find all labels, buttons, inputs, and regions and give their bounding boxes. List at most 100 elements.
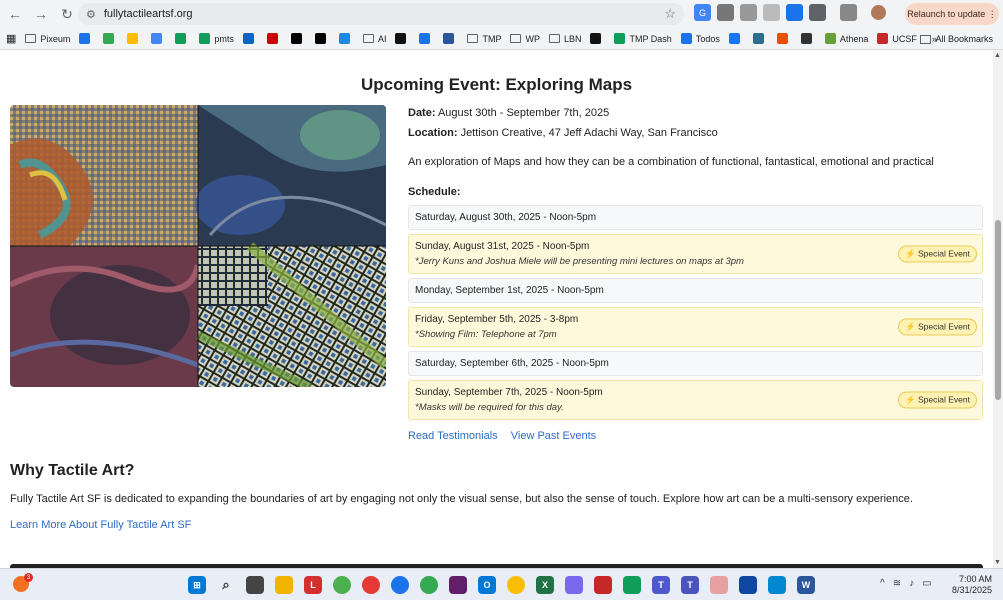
all-bookmarks-button[interactable]: All Bookmarks [920,28,993,50]
special-event-badge: ⚡ Special Event [898,318,977,336]
extension-icon[interactable] [786,4,803,21]
extension-icon[interactable] [740,4,757,21]
bookmark-item[interactable]: UCSF [877,33,917,44]
volume-icon[interactable]: ♪ [909,578,914,589]
learn-more-link[interactable]: Learn More About Fully Tactile Art SF [10,519,191,531]
forward-icon[interactable]: → [30,3,52,25]
page-scrollbar[interactable]: ▲ ▼ [993,50,1003,568]
zoom-icon[interactable] [391,576,409,594]
clock[interactable]: 7:00 AM 8/31/2025 [952,574,992,596]
scrollbar-thumb[interactable] [995,220,1001,400]
drive-icon[interactable] [623,576,641,594]
chrome-profile-icon[interactable] [362,576,380,594]
bookmark-item[interactable] [151,33,166,44]
bookmark-item[interactable] [419,33,434,44]
bookmark-item[interactable]: TMP Dash [614,33,672,44]
word-icon[interactable]: W [797,576,815,594]
bookmark-item[interactable] [776,33,792,44]
bookmark-favicon-icon [290,33,302,44]
excel-icon[interactable]: X [536,576,554,594]
scroll-up-icon[interactable]: ▲ [994,52,1001,59]
chevron-up-icon[interactable]: ^ [880,578,885,589]
bookmark-favicon-icon [800,33,812,44]
bookmark-favicon-icon [242,33,254,44]
bookmark-favicon-icon [266,33,278,44]
bookmark-item[interactable] [242,33,258,44]
bookmark-item[interactable] [314,33,330,44]
bookmark-item[interactable] [800,33,816,44]
slack-icon[interactable] [449,576,467,594]
app-icon[interactable] [565,576,583,594]
relaunch-button[interactable]: Relaunch to update ⋮ [905,3,999,25]
bookmark-item[interactable] [728,33,744,44]
folder-icon [467,34,479,43]
active-app-icon[interactable] [710,576,728,594]
profile-avatar[interactable] [871,5,886,20]
bookmark-item[interactable]: pmts [199,33,234,44]
read-testimonials-link[interactable]: Read Testimonials [408,430,498,442]
search-icon[interactable]: ⌕ [217,576,235,594]
bookmark-favicon-icon [614,33,626,44]
address-bar[interactable]: ⚙ fullytactileartsf.org ☆ [78,3,684,25]
bookmark-item[interactable] [338,33,354,44]
wifi-icon[interactable]: ≋ [893,578,901,589]
date-label: Date: [408,107,436,119]
bookmark-item[interactable] [79,33,94,44]
chrome-icon[interactable] [333,576,351,594]
schedule-item-special: Friday, September 5th, 2025 - 3-8pm *Show… [408,307,983,347]
windows-taskbar: 3 ⊞ ⌕ L O X T T W ^ ≋ ♪ ▭ 7:00 AM 8/31/2… [0,568,1003,600]
bookmark-label: AI [377,33,387,44]
bookmark-label: LBN [563,33,582,44]
outlook-icon[interactable]: O [478,576,496,594]
bookmark-item[interactable] [395,33,410,44]
app-icon[interactable] [768,576,786,594]
acrobat-icon[interactable] [594,576,612,594]
site-info-icon[interactable]: ⚙ [86,8,96,21]
bookmark-item[interactable]: LBN [548,33,582,44]
bookmark-item[interactable]: Athena [824,33,868,44]
location-label: Location: [408,127,458,139]
bookmark-item[interactable] [175,33,190,44]
weather-widget-icon[interactable]: 3 [13,573,33,592]
bookmark-item[interactable] [103,33,118,44]
bookmark-item[interactable]: Pixeum [25,34,70,44]
event-title: Upcoming Event: Exploring Maps [360,75,633,94]
file-explorer-icon[interactable] [275,576,293,594]
app-l-icon[interactable]: L [304,576,322,594]
back-icon[interactable]: ← [4,3,26,25]
schedule-item-text: Saturday, August 30th, 2025 - Noon-5pm [415,212,597,223]
teams-icon[interactable]: T [652,576,670,594]
date-value: August 30th - September 7th, 2025 [437,107,610,119]
bookmark-star-icon[interactable]: ☆ [664,6,676,22]
battery-icon[interactable]: ▭ [922,578,931,589]
app-icon[interactable] [739,576,757,594]
apps-grid-icon[interactable]: ▦ [6,32,16,45]
extension-icon[interactable] [763,4,780,21]
browser-icon[interactable] [507,576,525,594]
bookmark-item[interactable] [290,33,306,44]
bookmark-item[interactable]: TMP [467,34,501,44]
task-view-icon[interactable] [246,576,264,594]
translate-extension-icon[interactable]: G [694,4,711,21]
reload-icon[interactable]: ↻ [56,3,78,25]
bookmark-item[interactable] [127,33,142,44]
bookmark-item[interactable]: WP [510,34,540,44]
bookmark-item[interactable] [443,33,458,44]
clock-date: 8/31/2025 [952,585,993,595]
scroll-down-icon[interactable]: ▼ [994,559,1001,566]
bookmark-item[interactable]: AI [362,33,387,44]
puzzle-icon[interactable] [809,4,826,21]
extension-icon[interactable] [717,4,734,21]
bookmark-item[interactable]: Todos [680,33,720,44]
view-past-events-link[interactable]: View Past Events [511,430,596,442]
start-icon[interactable]: ⊞ [188,576,206,594]
bookmark-favicon-icon [443,33,455,44]
bookmark-item[interactable] [752,33,768,44]
tab-search-icon[interactable] [840,4,857,21]
url-text: fullytactileartsf.org [103,8,193,20]
bookmark-item[interactable] [266,33,282,44]
clock-time: 7:00 AM [958,574,992,584]
bookmark-item[interactable] [590,33,605,44]
teams-alt-icon[interactable]: T [681,576,699,594]
chrome-alt-icon[interactable] [420,576,438,594]
